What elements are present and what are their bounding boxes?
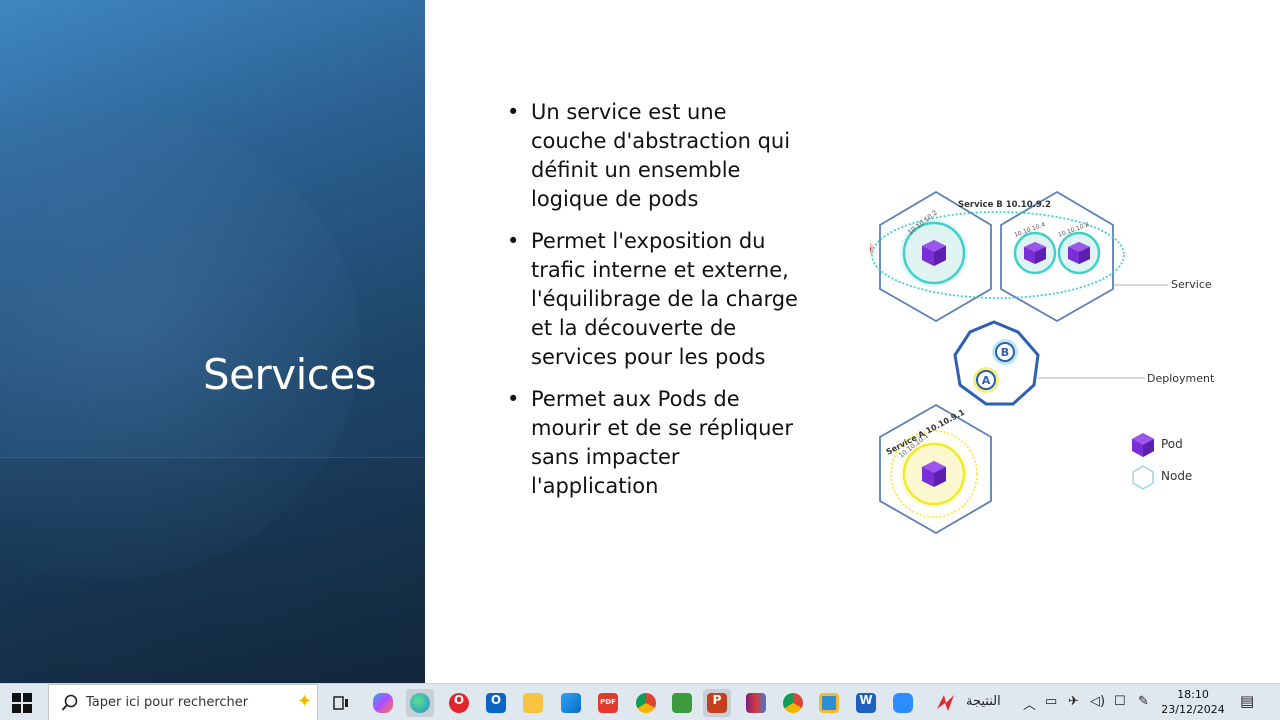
node-legend-icon	[1132, 465, 1154, 490]
deployment-heptagon	[953, 320, 1040, 406]
file-explorer-icon[interactable]	[519, 689, 547, 717]
sandbox-icon[interactable]	[815, 689, 843, 717]
network-icon[interactable]: ✈	[1068, 694, 1079, 709]
volume-icon[interactable]: ◁)	[1090, 694, 1105, 709]
battery-icon[interactable]: ▭	[1045, 694, 1057, 709]
edge-icon[interactable]	[406, 689, 434, 717]
bullet-list: • Un service est une couche d'abstraction…	[505, 98, 805, 514]
opera-label: O	[453, 693, 465, 707]
deployment-replica-a-label: A	[982, 374, 991, 387]
taskbar-search-box[interactable]: Taper ici pour rechercher ✦	[48, 684, 318, 720]
sparkle-icon: ✦	[297, 691, 313, 712]
tray-arabic-label[interactable]: النتيجة	[966, 694, 1001, 709]
clock-date: 23/12/2024	[1161, 703, 1225, 716]
powerpoint-label: P	[712, 693, 722, 707]
bullet-text: Permet l'exposition du trafic interne et…	[531, 229, 798, 369]
opera-icon[interactable]: O	[445, 689, 473, 717]
windows-start-icon[interactable]	[12, 693, 32, 713]
pen-icon[interactable]: ☐	[1114, 694, 1126, 709]
node-legend-label: Node	[1161, 469, 1192, 483]
deployment-replica-a: A	[973, 367, 999, 393]
deployment-replica-b: B	[992, 339, 1018, 365]
taskbar-clock[interactable]: 18:10 23/12/2024	[1160, 687, 1226, 717]
kubernetes-service-diagram: Service B 10.10.9.2 10.10.10.2 10.10.10.…	[870, 190, 1215, 535]
search-icon	[61, 694, 78, 711]
bullet-item: • Permet l'exposition du trafic interne e…	[505, 227, 805, 372]
bullet-dot: •	[507, 229, 520, 253]
word-label: W	[859, 693, 873, 707]
service-b-label: Service B 10.10.9.2	[958, 200, 1051, 210]
outlook-label: O	[490, 693, 502, 707]
chrome-icon[interactable]	[632, 689, 660, 717]
windows-taskbar: Taper ici pour rechercher ✦ O O PDF P W …	[0, 683, 1280, 720]
search-placeholder: Taper ici pour rechercher	[86, 695, 249, 710]
winrar-icon[interactable]	[742, 689, 770, 717]
bullet-item: • Un service est une couche d'abstraction…	[505, 98, 805, 214]
copilot-icon[interactable]	[369, 689, 397, 717]
notifications-icon[interactable]: ▤	[1240, 692, 1254, 710]
decorative-band	[0, 457, 425, 683]
outlook-icon[interactable]: O	[482, 689, 510, 717]
deployment-replica-b-label: B	[1001, 346, 1009, 359]
pod	[1013, 231, 1057, 275]
pdf-icon[interactable]: PDF	[594, 689, 622, 717]
service-callout-label: Service	[1171, 278, 1212, 291]
clock-time: 18:10	[1177, 688, 1209, 701]
laser-pointer-icon	[870, 242, 874, 256]
pod-legend-label: Pod	[1161, 437, 1183, 451]
bullet-dot: •	[507, 387, 520, 411]
word-icon[interactable]: W	[852, 689, 880, 717]
deployment-callout-label: Deployment	[1147, 372, 1215, 385]
touch-keyboard-icon[interactable]: ✎	[1138, 694, 1149, 709]
notepad-icon[interactable]	[668, 689, 696, 717]
bullet-text: Permet aux Pods de mourir et de se répli…	[531, 387, 793, 498]
bullet-dot: •	[507, 100, 520, 124]
task-view-icon[interactable]	[327, 689, 355, 717]
app-logo-icon[interactable]	[932, 689, 960, 717]
bullet-item: • Permet aux Pods de mourir et de se répl…	[505, 385, 805, 501]
slide-content-panel: • Un service est une couche d'abstraction…	[425, 0, 1280, 683]
pod	[1057, 231, 1101, 275]
screen: Services • Un service est une couche d'ab…	[0, 0, 1280, 720]
bullet-text: Un service est une couche d'abstraction …	[531, 100, 791, 211]
pdf-label: PDF	[600, 698, 616, 706]
legend: Pod Node	[1132, 433, 1192, 490]
slide-title-panel: Services	[0, 0, 425, 683]
zoom-icon[interactable]	[889, 689, 917, 717]
store-icon[interactable]	[557, 689, 585, 717]
slide-title: Services	[203, 350, 377, 399]
powerpoint-icon[interactable]: P	[703, 689, 731, 717]
chevron-up-icon[interactable]: ︿	[1023, 694, 1036, 713]
pod-legend-icon	[1132, 433, 1154, 457]
chrome-profile-icon[interactable]	[779, 689, 807, 717]
